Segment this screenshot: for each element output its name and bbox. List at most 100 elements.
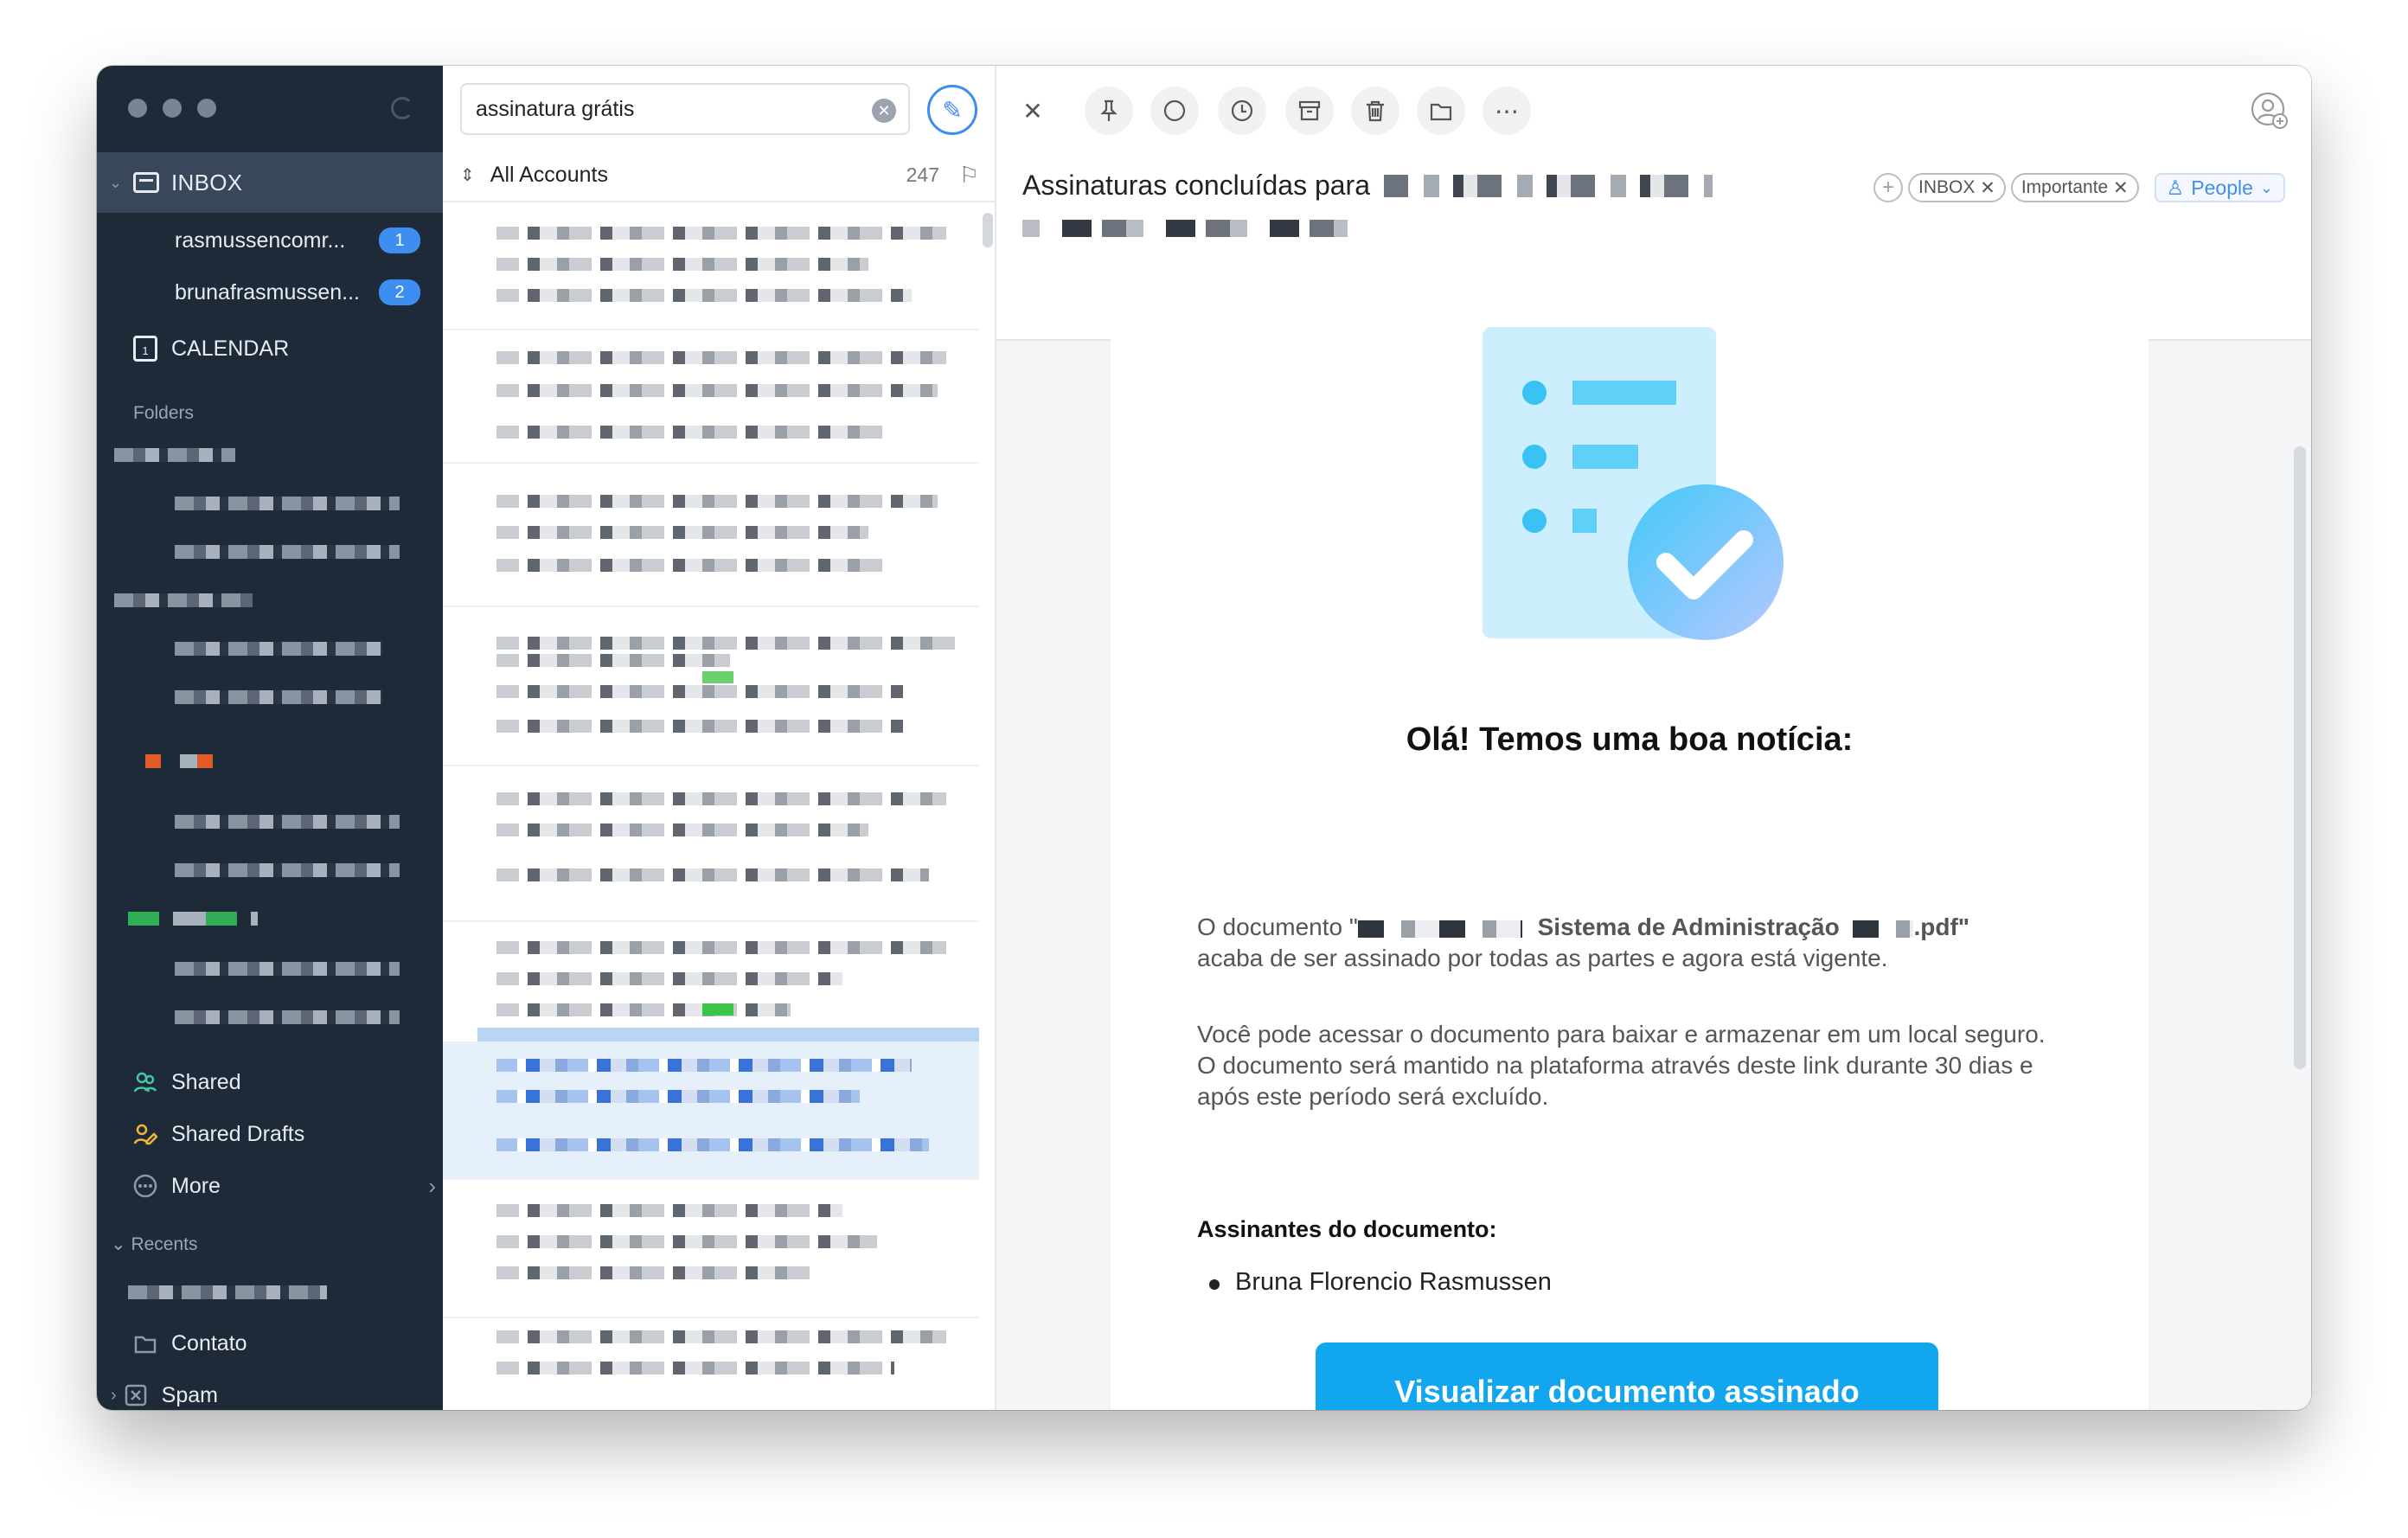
contato-label: Contato: [171, 1330, 247, 1355]
minimize-window-button[interactable]: [163, 99, 182, 118]
selection-highlight: [477, 1028, 979, 1041]
sidebar-item-more[interactable]: More ›: [133, 1164, 436, 1208]
sidebar-account-1[interactable]: rasmussencomr... 1: [175, 216, 434, 265]
list-item-selected[interactable]: [443, 1041, 979, 1180]
account-name: rasmussencomr...: [175, 227, 346, 253]
chevron-down-icon: ⌄: [2259, 178, 2273, 196]
sidebar-item-calendar[interactable]: 1 CALENDAR: [133, 327, 289, 370]
redacted-doc-suffix: [1853, 920, 1914, 938]
account-filter[interactable]: ⇕ All Accounts 247 ⚐: [460, 152, 979, 197]
redacted-subject: [1384, 174, 1713, 197]
contact-add-icon[interactable]: [2245, 87, 2294, 135]
mark-unread-icon[interactable]: [1150, 87, 1199, 135]
sidebar-item-shared[interactable]: Shared: [133, 1061, 241, 1104]
close-window-button[interactable]: [128, 99, 147, 118]
signers-heading: Assinantes do documento:: [1197, 1216, 1497, 1242]
redacted-recent[interactable]: [128, 1285, 327, 1299]
list-item[interactable]: [443, 1189, 979, 1318]
snooze-clock-icon[interactable]: [1218, 87, 1266, 135]
chevron-right-icon[interactable]: ›: [111, 1386, 117, 1406]
spam-icon: [124, 1383, 148, 1407]
divider: [443, 201, 996, 202]
more-actions-icon[interactable]: ⋯: [1483, 87, 1531, 135]
redacted-folder[interactable]: [145, 754, 232, 768]
redacted-folder[interactable]: [175, 690, 382, 704]
redacted-folder[interactable]: [128, 912, 258, 926]
spam-label: Spam: [161, 1382, 218, 1407]
redacted-folder[interactable]: [175, 962, 400, 976]
people-label: People: [2191, 176, 2253, 199]
calendar-label: CALENDAR: [171, 336, 290, 361]
list-item[interactable]: [443, 775, 979, 922]
scrollbar[interactable]: [2294, 446, 2306, 1069]
list-item[interactable]: [443, 209, 979, 330]
calendar-icon: 1: [133, 336, 157, 362]
add-tag-button[interactable]: +: [1873, 173, 1904, 202]
zoom-window-button[interactable]: [197, 99, 216, 118]
email-greeting: Olá! Temos uma boa notícia:: [1406, 721, 1854, 758]
sidebar-account-2[interactable]: brunafrasmussen... 2: [175, 268, 434, 317]
folders-heading: Folders: [133, 403, 195, 423]
redacted-folder[interactable]: [175, 815, 400, 829]
person-icon: ♙: [2166, 176, 2185, 199]
tag-inbox[interactable]: INBOX ✕: [1908, 173, 2006, 202]
window-controls: [128, 99, 216, 118]
unread-badge: 2: [379, 279, 420, 305]
pin-icon[interactable]: [1085, 87, 1133, 135]
clear-search-icon[interactable]: ✕: [872, 99, 896, 123]
sidebar-item-inbox[interactable]: ⌄ INBOX: [97, 152, 443, 213]
more-label: More: [171, 1173, 221, 1198]
signer-list-item: Bruna Florencio Rasmussen: [1209, 1268, 1552, 1296]
view-signed-document-button[interactable]: Visualizar documento assinado: [1316, 1343, 1938, 1410]
sidebar-item-shared-drafts[interactable]: Shared Drafts: [133, 1112, 304, 1156]
compose-button[interactable]: ✎: [927, 85, 977, 135]
email-body: Olá! Temos uma boa notícia: O documento …: [1111, 282, 2149, 1410]
list-item[interactable]: [443, 334, 979, 464]
shared-drafts-icon: [133, 1122, 157, 1146]
sidebar: ⌄ INBOX rasmussencomr... 1 brunafrasmuss…: [97, 66, 443, 1410]
search-query: assinatura grátis: [476, 96, 635, 121]
filter-icon[interactable]: ⚐: [959, 162, 979, 189]
inbox-tray-icon: [133, 172, 159, 193]
pencil-icon: ✎: [942, 96, 963, 124]
redacted-folder[interactable]: [114, 593, 253, 607]
chevron-down-icon[interactable]: ⌄: [111, 1234, 131, 1254]
move-folder-icon[interactable]: [1417, 87, 1465, 135]
access-paragraph: Você pode acessar o documento para baixa…: [1197, 1021, 2046, 1110]
document-paragraph: O documento " Sistema de Administração .…: [1197, 913, 1970, 971]
people-dropdown[interactable]: ♙ People ⌄: [2154, 173, 2285, 202]
recents-heading: ⌄ Recents: [111, 1234, 198, 1254]
search-input[interactable]: assinatura grátis ✕: [460, 83, 910, 135]
message-count: 247: [906, 163, 939, 186]
more-circle-icon: [133, 1174, 157, 1198]
message-toolbar: ✕ ⋯: [996, 66, 2311, 152]
subject-text: Assinaturas concluídas para: [1022, 170, 1370, 201]
mail-window: ⌄ INBOX rasmussencomr... 1 brunafrasmuss…: [97, 66, 2311, 1410]
unread-badge: 1: [379, 227, 420, 253]
list-item[interactable]: [443, 477, 979, 607]
account-name: brunafrasmussen...: [175, 279, 360, 304]
redacted-folder[interactable]: [175, 642, 382, 656]
close-icon[interactable]: ✕: [1009, 87, 1057, 135]
archive-icon[interactable]: [1285, 87, 1334, 135]
redacted-folder[interactable]: [175, 545, 400, 559]
sync-icon[interactable]: [391, 97, 413, 119]
list-item[interactable]: [443, 1320, 979, 1410]
list-item[interactable]: [443, 619, 979, 766]
sidebar-item-spam[interactable]: › Spam: [111, 1374, 218, 1410]
redacted-doc-name: [1357, 920, 1522, 938]
sort-icon[interactable]: ⇕: [460, 164, 475, 186]
redacted-folder[interactable]: [175, 497, 400, 510]
folder-icon: [133, 1331, 157, 1355]
redacted-folder[interactable]: [175, 1010, 400, 1024]
redacted-folder[interactable]: [114, 448, 235, 462]
redacted-folder[interactable]: [175, 863, 400, 877]
chevron-down-icon[interactable]: ⌄: [109, 174, 128, 192]
trash-icon[interactable]: [1351, 87, 1399, 135]
tag-importante[interactable]: Importante ✕: [2010, 173, 2139, 202]
redacted-sender[interactable]: [1022, 220, 1348, 237]
sidebar-item-contato[interactable]: Contato: [133, 1322, 247, 1365]
people-icon: [133, 1070, 157, 1094]
scrollbar[interactable]: [983, 213, 993, 247]
shared-drafts-label: Shared Drafts: [171, 1121, 305, 1146]
